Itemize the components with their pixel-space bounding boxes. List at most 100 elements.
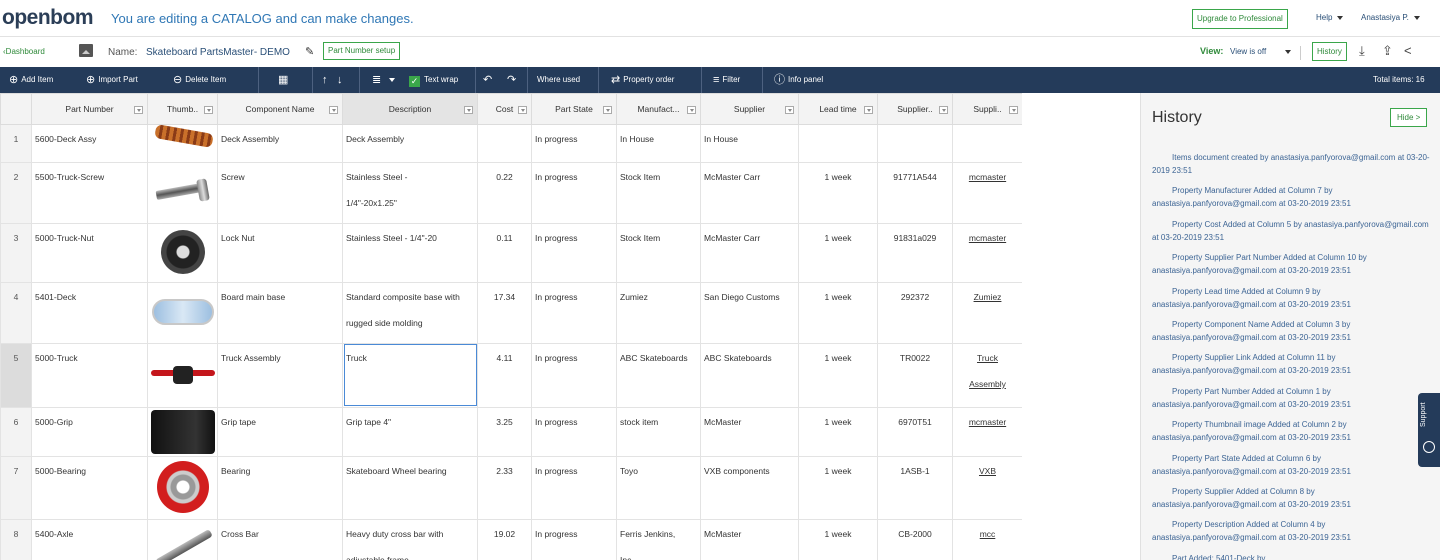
row-number[interactable]: 5 (0, 342, 32, 408)
description-cell[interactable]: Truck (342, 342, 478, 408)
supplier-link-cell[interactable]: mcmaster (952, 161, 1022, 224)
part-number-cell[interactable]: 5000-Bearing (31, 455, 148, 520)
component-name-cell[interactable]: Lock Nut (217, 222, 343, 283)
thumbnail-cell[interactable] (147, 342, 218, 408)
manufacturer-cell[interactable]: Ferris Jenkins, Inc. (616, 518, 701, 560)
support-tab[interactable]: Support (1418, 393, 1440, 467)
supplier-cell[interactable]: ABC Skateboards (700, 342, 799, 408)
part-number-cell[interactable]: 5401-Deck (31, 281, 148, 344)
row-number[interactable]: 4 (0, 281, 32, 344)
component-name-cell[interactable]: Screw (217, 161, 343, 224)
column-header[interactable]: Manufact... (616, 93, 701, 125)
row-number[interactable]: 3 (0, 222, 32, 283)
manufacturer-cell[interactable]: stock item (616, 406, 701, 457)
component-name-cell[interactable]: Grip tape (217, 406, 343, 457)
lead-time-cell[interactable]: 1 week (798, 222, 878, 283)
description-cell[interactable]: Grip tape 4" (342, 406, 478, 457)
column-header[interactable]: Cost (477, 93, 532, 125)
redo-icon[interactable]: ↷ (507, 67, 519, 93)
add-item-button[interactable]: ⊕ Add Item (9, 67, 53, 93)
part-state-cell[interactable]: In progress (531, 342, 617, 408)
supplier-link[interactable]: mcmaster (969, 172, 1006, 182)
view-select[interactable]: View is off (1230, 47, 1266, 56)
image-icon[interactable] (79, 44, 93, 57)
supplier-part-number-cell[interactable]: 292372 (877, 281, 953, 344)
part-number-cell[interactable]: 5000-Truck (31, 342, 148, 408)
delete-item-button[interactable]: ⊖ Delete Item (173, 67, 226, 93)
cost-cell[interactable]: 0.11 (477, 222, 532, 283)
supplier-link-cell[interactable]: mcmaster (952, 406, 1022, 457)
supplier-link-cell[interactable]: mcc (952, 518, 1022, 560)
description-cell[interactable]: Skateboard Wheel bearing (342, 455, 478, 520)
part-number-cell[interactable]: 5000-Truck-Nut (31, 222, 148, 283)
table-row[interactable]: 6 5000-Grip Grip tape Grip tape 4" 3.25 In pr… (0, 406, 1022, 457)
property-order-button[interactable]: ⇄ Property order (611, 67, 674, 93)
chevron-down-icon[interactable] (1285, 50, 1291, 54)
edit-pencil-icon[interactable]: ✎ (305, 45, 314, 58)
lead-time-cell[interactable]: 1 week (798, 406, 878, 457)
row-number[interactable]: 2 (0, 161, 32, 224)
cost-cell[interactable]: 19.02 (477, 518, 532, 560)
description-cell[interactable]: Standard composite base with rugged side … (342, 281, 478, 344)
lead-time-cell[interactable]: 1 week (798, 342, 878, 408)
supplier-part-number-cell[interactable]: 91771A544 (877, 161, 953, 224)
manufacturer-cell[interactable]: Stock Item (616, 161, 701, 224)
info-panel-button[interactable]: ⓘ Info panel (774, 67, 823, 93)
grid-view-icon[interactable]: ▦ (278, 67, 291, 93)
supplier-part-number-cell[interactable]: CB-2000 (877, 518, 953, 560)
component-name-cell[interactable]: Board main base (217, 281, 343, 344)
upgrade-button[interactable]: Upgrade to Professional (1192, 9, 1288, 29)
supplier-cell[interactable]: San Diego Customs (700, 281, 799, 344)
where-used-button[interactable]: Where used (537, 67, 580, 93)
user-menu[interactable]: Anastasiya P. (1361, 13, 1420, 22)
row-number[interactable]: 1 (0, 124, 32, 163)
move-down-icon[interactable]: ↓ (337, 67, 346, 93)
column-header[interactable]: Part State (531, 93, 617, 125)
table-row[interactable]: 2 5500-Truck-Screw Screw Stainless Steel - 1… (0, 161, 1022, 224)
table-row[interactable]: 4 5401-Deck Board main base Standard compos… (0, 281, 1022, 344)
cost-cell[interactable] (477, 124, 532, 163)
thumbnail-cell[interactable] (147, 406, 218, 457)
column-header[interactable]: Suppli.. (952, 93, 1022, 125)
component-name-cell[interactable]: Truck Assembly (217, 342, 343, 408)
thumbnail-cell[interactable] (147, 161, 218, 224)
cost-cell[interactable]: 17.34 (477, 281, 532, 344)
supplier-part-number-cell[interactable]: 6970T51 (877, 406, 953, 457)
component-name-cell[interactable]: Deck Assembly (217, 124, 343, 163)
lead-time-cell[interactable] (798, 124, 878, 163)
row-height-menu[interactable]: ≣ (372, 67, 396, 93)
supplier-link[interactable]: Zumiez (974, 292, 1002, 302)
cost-cell[interactable]: 0.22 (477, 161, 532, 224)
help-menu[interactable]: Help (1316, 13, 1344, 22)
undo-icon[interactable]: ↶ (483, 67, 495, 93)
part-number-setup-button[interactable]: Part Number setup (323, 42, 401, 60)
supplier-cell[interactable]: VXB components (700, 455, 799, 520)
table-row[interactable]: 8 5400-Axle Cross Bar Heavy duty cross bar … (0, 518, 1022, 560)
supplier-part-number-cell[interactable]: TR0022 (877, 342, 953, 408)
part-state-cell[interactable]: In progress (531, 124, 617, 163)
supplier-link-cell[interactable] (952, 124, 1022, 163)
row-number[interactable]: 7 (0, 455, 32, 520)
column-header[interactable]: Supplier.. (877, 93, 953, 125)
lead-time-cell[interactable]: 1 week (798, 518, 878, 560)
text-wrap-toggle[interactable]: ✓ Text wrap (409, 67, 458, 93)
column-header[interactable]: Part Number (31, 93, 148, 125)
supplier-cell[interactable]: McMaster Carr (700, 161, 799, 224)
column-header[interactable]: Description (342, 93, 478, 125)
thumbnail-cell[interactable] (147, 281, 218, 344)
description-cell[interactable]: Deck Assembly (342, 124, 478, 163)
cost-cell[interactable]: 3.25 (477, 406, 532, 457)
supplier-part-number-cell[interactable]: 91831a029 (877, 222, 953, 283)
supplier-link[interactable]: mcmaster (969, 233, 1006, 243)
openbom-logo[interactable]: openbom (2, 6, 94, 30)
history-button[interactable]: History (1312, 42, 1347, 61)
column-header[interactable]: Lead time (798, 93, 878, 125)
part-state-cell[interactable]: In progress (531, 281, 617, 344)
row-number[interactable]: 8 (0, 518, 32, 560)
supplier-link[interactable]: Assembly (956, 380, 1019, 389)
supplier-cell[interactable]: McMaster (700, 518, 799, 560)
supplier-link-cell[interactable]: mcmaster (952, 222, 1022, 283)
row-number[interactable]: 6 (0, 406, 32, 457)
supplier-link[interactable]: mcmaster (969, 417, 1006, 427)
manufacturer-cell[interactable]: In House (616, 124, 701, 163)
